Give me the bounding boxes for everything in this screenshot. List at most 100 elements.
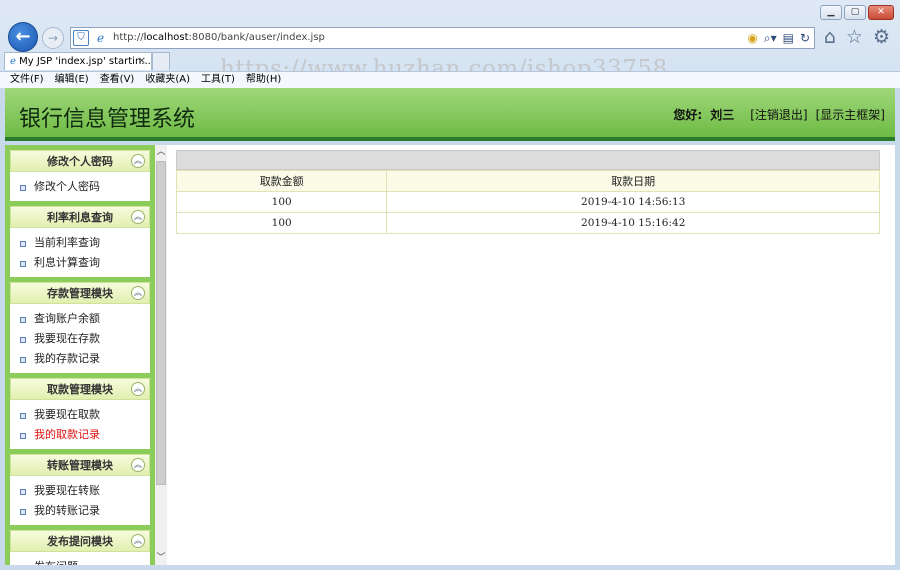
page-body: 修改个人密码 ︽ 修改个人密码 利率利息查询 ︽ 当前利率查询 利息计算查询 存款管… [5,145,895,565]
home-icon[interactable]: ⌂ [824,26,836,48]
group-withdraw: 取款管理模块 ︽ 我要现在取款 我的取款记录 [10,378,150,449]
cell-amount: 100 [175,212,388,234]
withdraw-records-table: 取款金额 取款日期 100 2019-4-10 14:56:13 100 201… [175,170,880,234]
sidebar-item-transfer-now[interactable]: 我要现在转账 [10,481,150,501]
back-arrow-icon: ← [15,26,31,47]
user-greeting: 您好: 刘三 [注销退出] [显示主框架] [673,106,885,123]
close-window-button[interactable]: ✕ [868,5,894,20]
ie-page-icon: ℯ [97,31,105,45]
menu-file[interactable]: 文件(F) [10,72,44,88]
table-header-row: 取款金额 取款日期 [175,170,880,192]
show-main-frame-link[interactable]: [显示主框架] [816,106,885,123]
group-questions: 发布提问模块 ︽ 发布问题 [10,530,150,565]
group-interest: 利率利息查询 ︽ 当前利率查询 利息计算查询 [10,206,150,277]
menu-tools[interactable]: 工具(T) [201,72,235,88]
menu-favorites[interactable]: 收藏夹(A) [145,72,190,88]
sidebar-item-deposit-now[interactable]: 我要现在存款 [10,329,150,349]
tab-ie-icon: ℯ [10,56,16,67]
sidebar-item-change-password[interactable]: 修改个人密码 [10,177,150,197]
cell-amount: 100 [175,191,388,213]
compatibility-view-icon[interactable]: ◉ [747,31,757,46]
group-header[interactable]: 修改个人密码 ︽ [10,150,150,172]
group-header[interactable]: 取款管理模块 ︽ [10,378,150,400]
browser-tab[interactable]: ℯ My JSP 'index.jsp' startin... ✕ [4,52,152,70]
rss-icon[interactable]: ▤ [783,31,794,46]
group-header[interactable]: 利率利息查询 ︽ [10,206,150,228]
group-items: 我要现在转账 我的转账记录 [10,476,150,525]
app-header: 银行信息管理系统 您好: 刘三 [注销退出] [显示主框架] [5,88,895,141]
group-title: 修改个人密码 [47,155,113,168]
table-title-bar [176,150,880,170]
main-content: 取款金额 取款日期 100 2019-4-10 14:56:13 100 201… [175,150,880,234]
group-items: 我要现在取款 我的取款记录 [10,400,150,449]
window-controls: ▁ ▢ ✕ [820,5,894,20]
group-items: 当前利率查询 利息计算查询 [10,228,150,277]
table-row: 100 2019-4-10 15:16:42 [175,212,880,234]
address-tools: ◉ ⌕▾ ▤ ↻ [747,31,810,46]
scroll-up-icon[interactable]: ︿ [155,145,167,159]
group-items: 修改个人密码 [10,172,150,201]
browser-chrome: ▁ ▢ ✕ ← → ⛉ ℯ http://localhost:8080/bank… [0,0,900,88]
tab-close-icon[interactable]: ✕ [138,53,146,70]
refresh-icon[interactable]: ↻ [800,31,810,46]
menu-bar: 文件(F) 编辑(E) 查看(V) 收藏夹(A) 工具(T) 帮助(H) [0,71,900,88]
group-header[interactable]: 转账管理模块 ︽ [10,454,150,476]
browser-right-icons: ⌂ ☆ ⚙ [824,26,890,48]
group-title: 存款管理模块 [47,287,113,300]
group-header[interactable]: 发布提问模块 ︽ [10,530,150,552]
system-title: 银行信息管理系统 [19,107,196,132]
back-button[interactable]: ← [8,22,38,52]
sidebar-item-balance[interactable]: 查询账户余额 [10,309,150,329]
maximize-button[interactable]: ▢ [844,5,866,20]
group-transfer: 转账管理模块 ︽ 我要现在转账 我的转账记录 [10,454,150,525]
collapse-chevron-icon[interactable]: ︽ [131,210,145,224]
minimize-button[interactable]: ▁ [820,5,842,20]
group-items: 发布问题 [10,552,150,565]
column-header-amount: 取款金额 [175,170,388,192]
username: 刘三 [710,108,735,122]
group-items: 查询账户余额 我要现在存款 我的存款记录 [10,304,150,373]
group-title: 取款管理模块 [47,383,113,396]
menu-view[interactable]: 查看(V) [100,72,135,88]
address-url[interactable]: http://localhost:8080/bank/auser/index.j… [113,32,325,43]
group-title: 利率利息查询 [47,211,113,224]
sidebar-item-withdraw-records[interactable]: 我的取款记录 [10,425,150,445]
group-password: 修改个人密码 ︽ 修改个人密码 [10,150,150,201]
url-path: :8080/bank/auser/index.jsp [188,32,325,43]
menu-help[interactable]: 帮助(H) [246,72,281,88]
sidebar-item-transfer-records[interactable]: 我的转账记录 [10,501,150,521]
new-tab-button[interactable] [152,52,170,70]
collapse-chevron-icon[interactable]: ︽ [131,382,145,396]
logout-link[interactable]: [注销退出] [750,106,807,123]
group-title: 发布提问模块 [47,535,113,548]
column-header-date: 取款日期 [386,170,880,192]
sidebar-item-current-rate[interactable]: 当前利率查询 [10,233,150,253]
group-deposit: 存款管理模块 ︽ 查询账户余额 我要现在存款 我的存款记录 [10,282,150,373]
menu-edit[interactable]: 编辑(E) [55,72,89,88]
sidebar-item-interest-calc[interactable]: 利息计算查询 [10,253,150,273]
greeting-label: 您好: [673,108,703,122]
scroll-down-icon[interactable]: ﹀ [155,551,167,565]
collapse-chevron-icon[interactable]: ︽ [131,534,145,548]
url-host: localhost [143,32,189,43]
sidebar: 修改个人密码 ︽ 修改个人密码 利率利息查询 ︽ 当前利率查询 利息计算查询 存款管… [5,145,155,565]
collapse-chevron-icon[interactable]: ︽ [131,286,145,300]
table-row: 100 2019-4-10 14:56:13 [175,191,880,213]
compat-shield-icon[interactable]: ⛉ [73,30,89,46]
settings-gear-icon[interactable]: ⚙ [873,26,890,48]
forward-button[interactable]: → [42,27,64,49]
sidebar-item-withdraw-now[interactable]: 我要现在取款 [10,405,150,425]
favorites-star-icon[interactable]: ☆ [846,26,863,48]
group-header[interactable]: 存款管理模块 ︽ [10,282,150,304]
search-icon[interactable]: ⌕▾ [764,31,777,46]
collapse-chevron-icon[interactable]: ︽ [131,154,145,168]
sidebar-item-post-question[interactable]: 发布问题 [10,557,150,565]
collapse-chevron-icon[interactable]: ︽ [131,458,145,472]
cell-date: 2019-4-10 15:16:42 [386,212,880,234]
forward-arrow-icon: → [47,31,59,45]
scrollbar-thumb[interactable] [156,161,166,485]
address-bar[interactable]: ⛉ ℯ http://localhost:8080/bank/auser/ind… [70,27,815,49]
sidebar-scrollbar[interactable]: ︿ ﹀ [155,145,167,565]
tab-title: My JSP 'index.jsp' startin... [19,56,151,67]
sidebar-item-deposit-records[interactable]: 我的存款记录 [10,349,150,369]
